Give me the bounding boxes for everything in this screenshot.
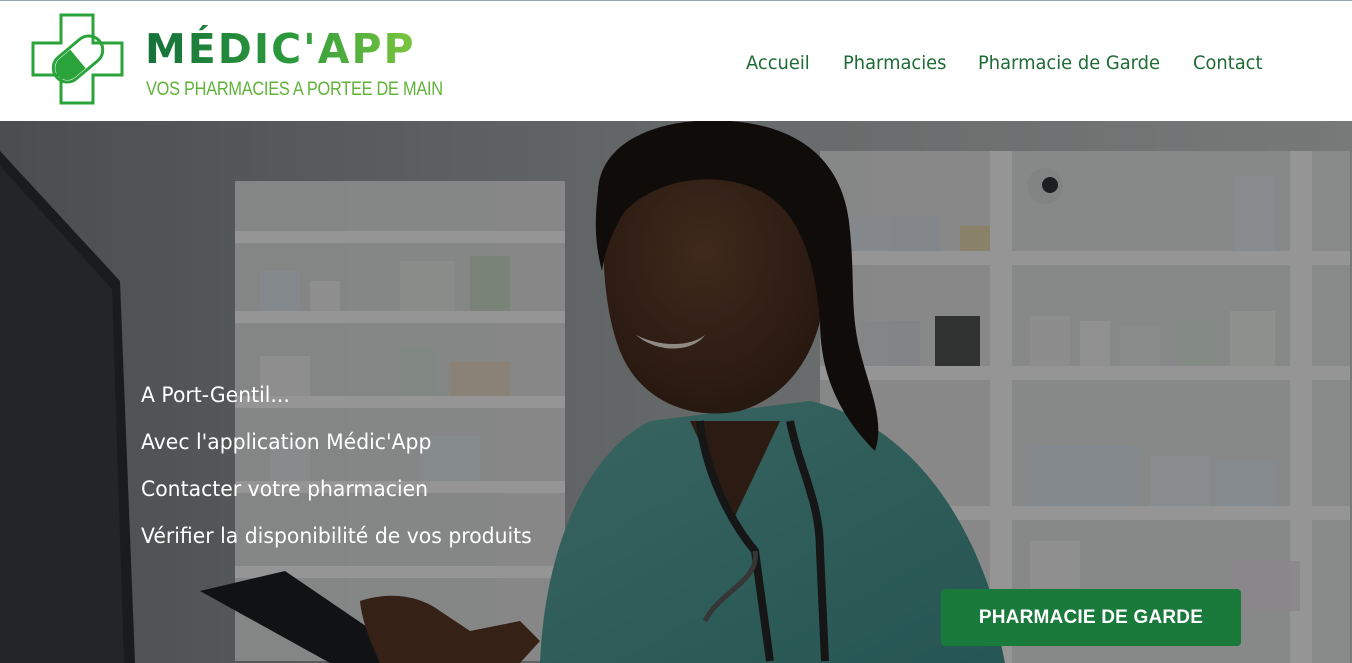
brand-tagline: VOS PHARMACIES A PORTEE DE MAIN <box>146 79 443 100</box>
hero-text: A Port-Gentil... Avec l'application Médi… <box>141 382 544 570</box>
hero-line-availability: Vérifier la disponibilité de vos produit… <box>141 524 532 548</box>
top-navigation-bar: MÉDIC'APP VOS PHARMACIES A PORTEE DE MAI… <box>0 0 1352 121</box>
nav-link-pharmacie-de-garde[interactable]: Pharmacie de Garde <box>978 50 1160 76</box>
hero-line-contact: Contacter votre pharmacien <box>141 477 429 501</box>
hero-line-location: A Port-Gentil... <box>141 383 290 407</box>
nav-link-pharmacies[interactable]: Pharmacies <box>843 50 946 76</box>
pharmacie-de-garde-button[interactable]: PHARMACIE DE GARDE <box>941 589 1241 646</box>
main-nav: Accueil Pharmacies Pharmacie de Garde Co… <box>0 50 1352 80</box>
hero-line-app: Avec l'application Médic'App <box>141 430 432 454</box>
hero-banner: A Port-Gentil... Avec l'application Médi… <box>0 121 1352 663</box>
nav-link-contact[interactable]: Contact <box>1193 50 1262 76</box>
nav-link-accueil[interactable]: Accueil <box>746 50 810 76</box>
